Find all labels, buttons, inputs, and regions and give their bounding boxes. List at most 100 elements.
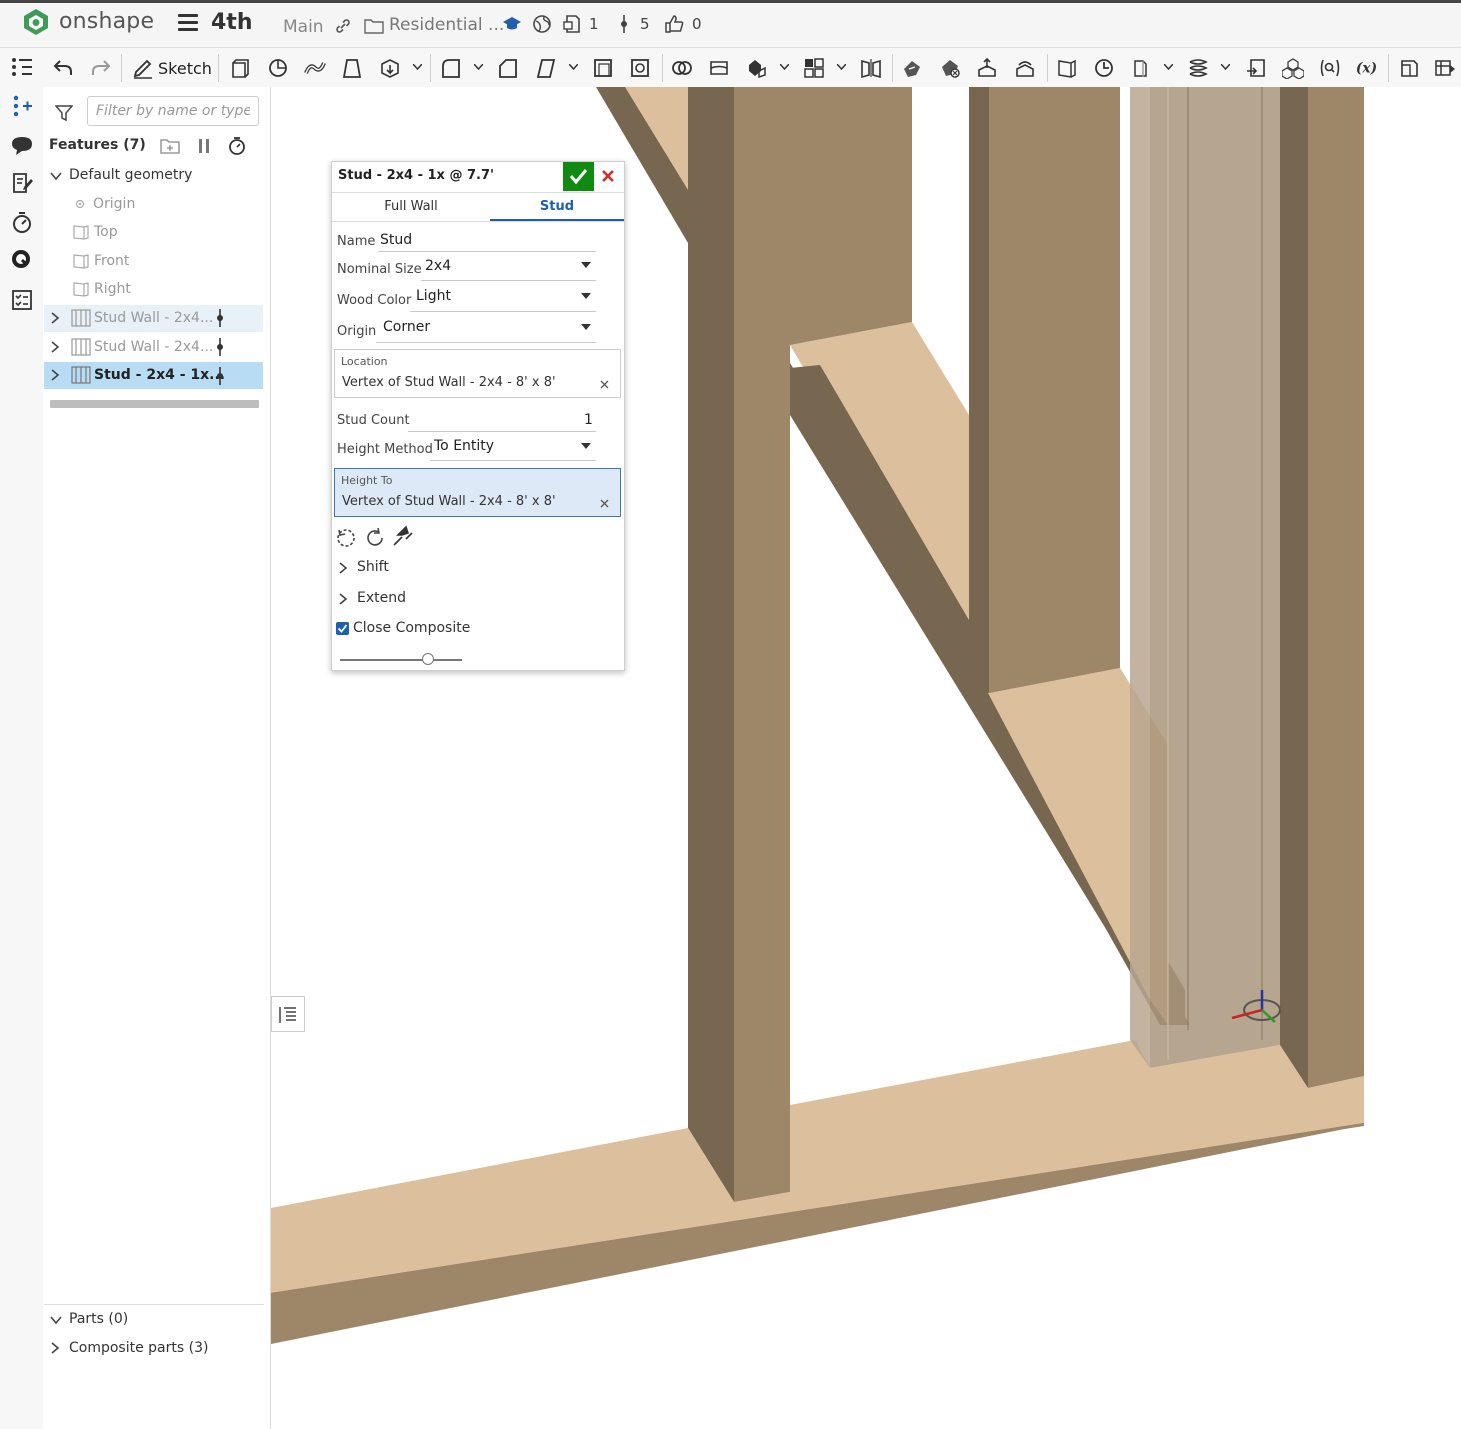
- feature-label[interactable]: Stud - 2x4 - 1x...: [94, 367, 225, 383]
- dropdown-caret-icon[interactable]: [581, 443, 591, 449]
- chevron-right-icon[interactable]: [49, 368, 61, 382]
- insert-feature-icon[interactable]: [10, 94, 34, 118]
- collapse-panel-button[interactable]: [271, 996, 305, 1032]
- mirror-icon[interactable]: [860, 57, 882, 79]
- hamburger-menu-icon[interactable]: [178, 14, 198, 32]
- chevron-down-icon[interactable]: [837, 64, 846, 70]
- split-icon[interactable]: [708, 57, 730, 79]
- tree-item-right[interactable]: Right: [94, 281, 131, 297]
- derived-icon[interactable]: [1245, 57, 1267, 79]
- shell-icon[interactable]: [592, 57, 614, 79]
- confirm-button[interactable]: [563, 162, 594, 191]
- flip-direction-icon[interactable]: [392, 525, 414, 547]
- chevron-down-icon[interactable]: [1164, 64, 1173, 70]
- learning-center-icon[interactable]: [502, 14, 522, 34]
- sweep-icon[interactable]: [304, 57, 326, 79]
- opacity-slider-track[interactable]: [340, 659, 462, 661]
- tree-item-top[interactable]: Top: [94, 224, 118, 240]
- pattern-icon[interactable]: [803, 57, 825, 79]
- appstore-search-icon[interactable]: [10, 248, 34, 272]
- clear-x-icon[interactable]: [600, 380, 609, 389]
- measure-search-icon[interactable]: [1319, 57, 1341, 79]
- tab-stud[interactable]: Stud: [490, 193, 624, 221]
- rollback-pause-icon[interactable]: [196, 137, 212, 155]
- shift-section[interactable]: Shift: [357, 559, 389, 575]
- draft-icon[interactable]: [535, 57, 557, 79]
- chevron-down-icon[interactable]: [569, 64, 578, 70]
- delete-face-icon[interactable]: [939, 57, 961, 79]
- variable-icon[interactable]: (x): [1355, 57, 1377, 79]
- like-icon[interactable]: [664, 14, 684, 34]
- location-query-box[interactable]: Location Vertex of Stud Wall - 2x4 - 8' …: [334, 349, 621, 398]
- undo-icon[interactable]: [52, 57, 74, 79]
- rotate-ccw-icon[interactable]: [335, 526, 357, 548]
- helix-icon[interactable]: [1130, 57, 1152, 79]
- cancel-close-icon[interactable]: [601, 169, 615, 183]
- revolve-icon[interactable]: [267, 57, 289, 79]
- part-studio-count-icon[interactable]: [563, 14, 583, 34]
- rollback-bar-icon[interactable]: [214, 308, 226, 328]
- stopwatch-icon[interactable]: [227, 136, 247, 156]
- modify-fillet-icon[interactable]: [901, 57, 923, 79]
- mate-connector-icon[interactable]: [1093, 57, 1115, 79]
- tab-full-wall[interactable]: Full Wall: [332, 193, 490, 221]
- parts-list-header[interactable]: Parts (0): [69, 1311, 128, 1327]
- versions-icon[interactable]: [614, 14, 634, 34]
- folder-name[interactable]: Residential ...: [389, 15, 504, 35]
- height-to-query-box[interactable]: Height To Vertex of Stud Wall - 2x4 - 8'…: [334, 468, 621, 517]
- folder-icon[interactable]: [364, 18, 384, 34]
- default-geometry-group[interactable]: Default geometry: [69, 167, 192, 183]
- rotate-cw-icon[interactable]: [364, 526, 386, 548]
- loft-icon[interactable]: [341, 57, 363, 79]
- clear-x-icon[interactable]: [600, 499, 609, 508]
- chevron-down-icon[interactable]: [474, 64, 483, 70]
- fillet-icon[interactable]: [440, 57, 462, 79]
- chamfer-icon[interactable]: [497, 57, 519, 79]
- globe-icon[interactable]: [532, 14, 552, 34]
- sketch-button[interactable]: Sketch: [158, 59, 212, 78]
- chevron-right-icon[interactable]: [49, 1341, 61, 1355]
- composite-parts-header[interactable]: Composite parts (3): [69, 1340, 208, 1356]
- height-method-select[interactable]: To Entity: [434, 438, 494, 454]
- notes-icon[interactable]: [10, 171, 34, 195]
- filter-icon[interactable]: [55, 104, 73, 122]
- tree-horizontal-scrollbar[interactable]: [50, 400, 259, 408]
- cut-list-icon[interactable]: [1434, 57, 1456, 79]
- redo-icon[interactable]: [90, 57, 112, 79]
- frame-icon[interactable]: [1398, 57, 1420, 79]
- wood-color-select[interactable]: Light: [416, 288, 451, 304]
- chevron-right-icon[interactable]: [338, 592, 348, 606]
- chevron-down-icon[interactable]: [49, 170, 63, 182]
- feature-label[interactable]: Stud Wall - 2x4...: [94, 339, 213, 355]
- rollback-bar-icon[interactable]: [214, 337, 226, 357]
- dropdown-caret-icon[interactable]: [581, 324, 591, 330]
- document-title[interactable]: 4th: [211, 10, 253, 35]
- link-icon[interactable]: [334, 17, 352, 35]
- comments-icon[interactable]: [10, 133, 34, 157]
- feature-label[interactable]: Stud Wall - 2x4...: [94, 310, 213, 326]
- assembly-cubes-icon[interactable]: [1282, 57, 1304, 79]
- boolean-icon[interactable]: [671, 57, 693, 79]
- chevron-right-icon[interactable]: [49, 340, 61, 354]
- name-field[interactable]: Stud: [380, 232, 412, 248]
- onshape-logo-icon[interactable]: [22, 8, 50, 36]
- chevron-down-icon[interactable]: [49, 1314, 63, 1326]
- workspace-branch[interactable]: Main: [283, 17, 324, 37]
- nominal-size-select[interactable]: 2x4: [425, 258, 451, 274]
- feature-list-icon[interactable]: [10, 55, 34, 79]
- dropdown-caret-icon[interactable]: [581, 293, 591, 299]
- extrude-icon[interactable]: [229, 57, 251, 79]
- chevron-right-icon[interactable]: [49, 311, 61, 325]
- chevron-down-icon[interactable]: [413, 64, 422, 70]
- thicken-icon[interactable]: [379, 57, 401, 79]
- spring-helix-icon[interactable]: [1187, 57, 1209, 79]
- filter-input[interactable]: [87, 96, 259, 126]
- extend-section[interactable]: Extend: [357, 590, 406, 606]
- chevron-down-icon[interactable]: [780, 64, 789, 70]
- chevron-down-icon[interactable]: [1221, 64, 1230, 70]
- sketch-pencil-icon[interactable]: [132, 57, 154, 79]
- plane-icon[interactable]: [1056, 57, 1078, 79]
- tree-item-origin[interactable]: Origin: [93, 196, 135, 212]
- move-face-icon[interactable]: [976, 57, 998, 79]
- hole-icon[interactable]: [629, 57, 651, 79]
